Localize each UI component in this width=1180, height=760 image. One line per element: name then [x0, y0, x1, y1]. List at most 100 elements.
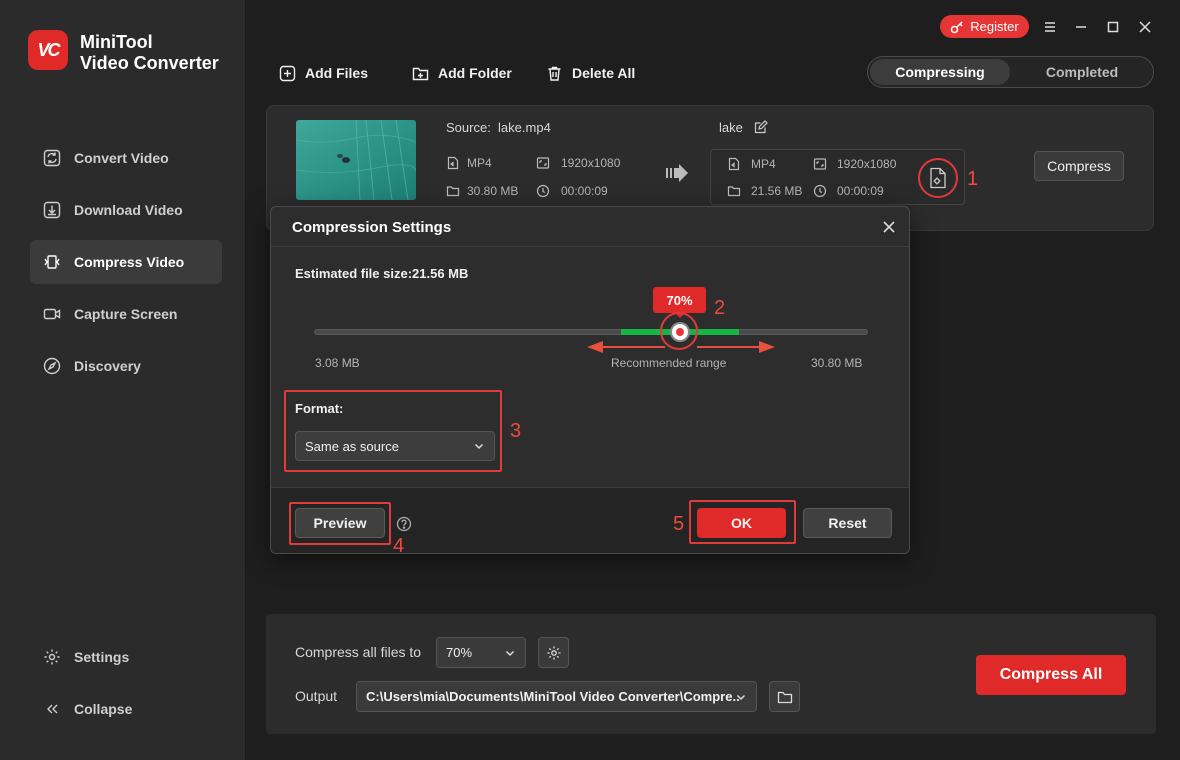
source-resolution: 1920x1080 — [561, 156, 621, 170]
format-select-value: Same as source — [305, 438, 399, 454]
annotation-number-4: 4 — [393, 535, 405, 554]
gear-icon — [44, 649, 60, 665]
sidebar-item-compress-video[interactable]: Compress Video — [30, 240, 222, 284]
compression-slider-track[interactable] — [314, 329, 868, 335]
chevron-down-icon — [736, 694, 746, 700]
compress-percent-value: 70% — [446, 645, 473, 660]
add-files-label: Add Files — [305, 65, 369, 81]
output-path-value: C:\Users\mia\Documents\MiniTool Video Co… — [366, 689, 740, 704]
compression-settings-dialog: Compression Settings Estimated file size… — [270, 206, 910, 554]
compress-button[interactable]: Compress — [1034, 151, 1124, 181]
resolution-icon — [536, 157, 550, 169]
sidebar-item-discovery[interactable]: Discovery — [30, 344, 222, 388]
sidebar-item-label: Download Video — [74, 202, 183, 218]
minimize-icon — [1076, 26, 1086, 28]
download-icon — [43, 201, 61, 219]
add-file-icon — [279, 65, 296, 81]
help-icon[interactable] — [396, 516, 412, 532]
annotation-number-5: 5 — [673, 513, 685, 535]
slider-max-label: 30.80 MB — [811, 356, 863, 370]
register-label: Register — [970, 19, 1019, 34]
annotation-box-4 — [289, 502, 391, 545]
annotation-number-2: 2 — [714, 297, 726, 319]
arrow-right-icon — [666, 164, 688, 182]
compress-settings-button[interactable] — [538, 637, 569, 668]
ok-button[interactable]: OK — [697, 508, 786, 538]
output-label: Output — [295, 688, 338, 704]
add-folder-button[interactable]: Add Folder — [412, 62, 512, 84]
register-button[interactable]: Register — [940, 15, 1029, 38]
collapse-label: Collapse — [74, 701, 133, 717]
resolution-icon — [813, 158, 827, 170]
compress-all-files-label: Compress all files to — [295, 644, 422, 660]
source-duration: 00:00:09 — [561, 184, 608, 198]
folder-icon — [727, 186, 741, 197]
close-icon[interactable] — [881, 219, 897, 235]
sidebar-item-label: Discovery — [74, 358, 141, 374]
minimize-button[interactable] — [1071, 17, 1091, 37]
open-folder-button[interactable] — [769, 681, 800, 712]
clock-icon — [813, 184, 827, 198]
annotation-number-1: 1 — [967, 168, 979, 190]
app-title: MiniTool Video Converter — [80, 32, 219, 73]
dialog-title: Compression Settings — [292, 219, 452, 236]
compress-percent-select[interactable]: 70% — [436, 637, 526, 668]
gear-icon — [547, 646, 560, 659]
close-window-button[interactable] — [1135, 17, 1155, 37]
maximize-icon — [1107, 21, 1119, 33]
target-resolution: 1920x1080 — [837, 157, 897, 171]
range-arrows-icon — [587, 341, 775, 353]
percent-bubble: 70% — [653, 287, 706, 318]
status-tabs: Compressing Completed — [867, 56, 1154, 88]
folder-icon — [777, 691, 792, 703]
edit-icon[interactable] — [754, 120, 768, 134]
sidebar-item-download-video[interactable]: Download Video — [30, 188, 222, 232]
chevron-down-icon — [474, 443, 484, 450]
video-format-icon — [447, 156, 459, 170]
menu-button[interactable] — [1040, 17, 1060, 37]
video-format-icon — [728, 157, 740, 171]
sidebar-item-label: Capture Screen — [74, 306, 178, 322]
source-filename: lake.mp4 — [498, 120, 551, 135]
recommended-range-label: Recommended range — [611, 356, 727, 370]
trash-icon — [548, 66, 561, 81]
settings-button[interactable]: Settings — [30, 635, 222, 679]
add-folder-icon — [412, 67, 429, 80]
add-files-button[interactable]: Add Files — [279, 62, 368, 84]
compress-icon — [44, 255, 60, 269]
tab-completed[interactable]: Completed — [1012, 59, 1152, 85]
sidebar: VC MiniTool Video Converter Convert Vide… — [0, 0, 246, 760]
delete-all-label: Delete All — [572, 65, 636, 81]
camera-icon — [43, 308, 61, 320]
delete-all-button[interactable]: Delete All — [546, 62, 635, 84]
video-thumbnail[interactable] — [296, 120, 416, 200]
dialog-footer: Preview 4 5 OK Reset — [271, 487, 909, 554]
format-label: Format: — [295, 401, 344, 416]
convert-icon — [43, 149, 61, 167]
add-folder-label: Add Folder — [438, 65, 512, 81]
sidebar-item-capture-screen[interactable]: Capture Screen — [30, 292, 222, 336]
tab-compressing[interactable]: Compressing — [870, 59, 1010, 85]
maximize-button[interactable] — [1103, 17, 1123, 37]
sidebar-item-label: Compress Video — [74, 254, 185, 270]
reset-button[interactable]: Reset — [803, 508, 892, 538]
clock-icon — [536, 184, 550, 198]
target-duration: 00:00:09 — [837, 184, 884, 198]
folder-icon — [446, 186, 460, 197]
target-size: 21.56 MB — [751, 184, 803, 198]
source-format: MP4 — [467, 156, 492, 170]
collapse-button[interactable]: Collapse — [30, 687, 222, 731]
app-logo: VC — [28, 30, 68, 70]
close-icon — [1139, 21, 1151, 33]
annotation-circle-1 — [918, 158, 958, 198]
compress-all-button[interactable]: Compress All — [976, 655, 1126, 695]
settings-label: Settings — [74, 649, 130, 665]
output-path-select[interactable]: C:\Users\mia\Documents\MiniTool Video Co… — [356, 681, 757, 712]
format-select[interactable]: Same as source — [295, 431, 495, 461]
hamburger-icon — [1045, 22, 1055, 32]
slider-min-label: 3.08 MB — [315, 356, 360, 370]
annotation-number-3: 3 — [510, 420, 522, 442]
dialog-header: Compression Settings — [271, 207, 909, 247]
sidebar-item-convert-video[interactable]: Convert Video — [30, 136, 222, 180]
compass-icon — [43, 357, 61, 375]
